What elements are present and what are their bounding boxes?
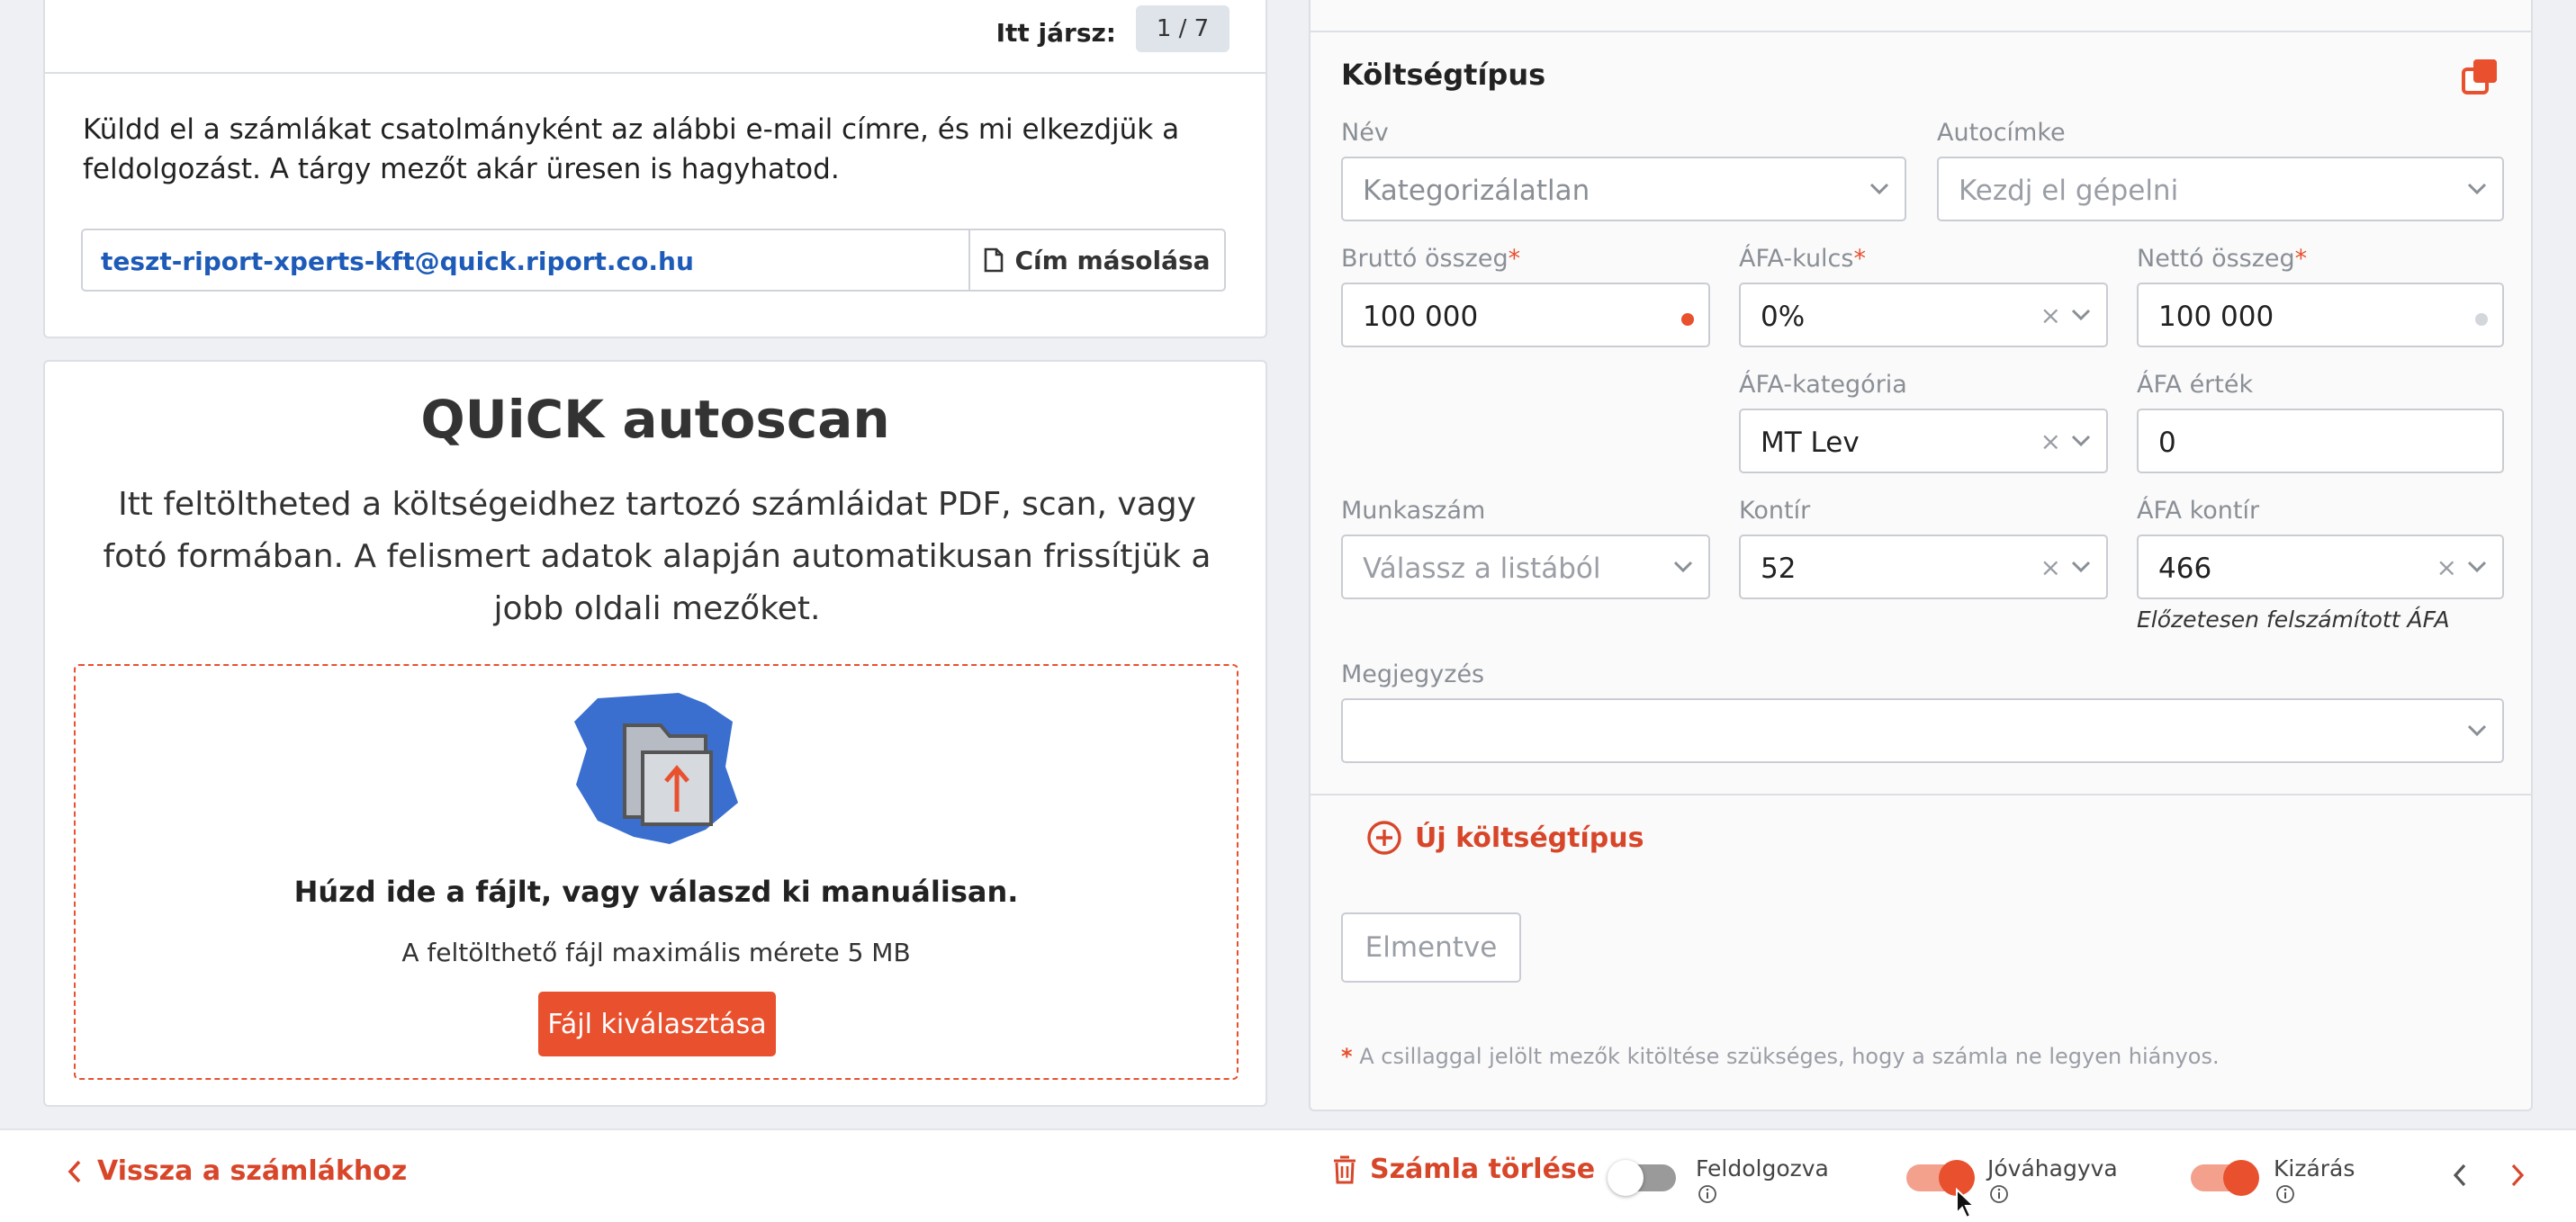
autotag-placeholder: Kezdj el gépelni: [1959, 175, 2179, 207]
autoscan-description: Itt feltöltheted a költségeidhez tartozó…: [103, 486, 1211, 627]
bottom-action-bar: Vissza a számlákhoz Számla törlése Feldo…: [0, 1128, 2576, 1222]
vat-rate-value: 0%: [1761, 301, 1806, 333]
net-amount-input[interactable]: 100 000: [2137, 283, 2504, 347]
vat-account-value: 466: [2158, 553, 2212, 585]
dropzone-title: Húzd ide a fájlt, vagy válaszd ki manuál…: [293, 875, 1019, 909]
toggle-knob: [1608, 1160, 1644, 1196]
account-label: Kontír: [1739, 497, 1811, 525]
exclusion-toggle[interactable]: [2191, 1160, 2259, 1196]
autoscan-card: QUiCK autoscan Itt feltöltheted a költsé…: [43, 360, 1267, 1107]
email-address-box: teszt-riport-xperts-kft@quick.riport.co.…: [81, 229, 1226, 292]
copy-address-button[interactable]: Cím másolása: [968, 230, 1224, 290]
job-number-select[interactable]: Válassz a listából: [1341, 535, 1710, 599]
vat-amount-value: 0: [2158, 427, 2176, 459]
copy-address-label: Cím másolása: [1014, 245, 1211, 275]
file-dropzone[interactable]: Húzd ide a fájlt, vagy válaszd ki manuál…: [74, 664, 1238, 1080]
chevron-down-icon: [2466, 560, 2488, 574]
vat-account-label: ÁFA kontír: [2137, 497, 2260, 525]
status-dot: [2475, 313, 2488, 326]
back-link-label: Vissza a számlákhoz: [97, 1155, 408, 1187]
info-icon[interactable]: [2275, 1184, 2295, 1204]
account-select[interactable]: 52 ×: [1739, 535, 2108, 599]
select-file-button[interactable]: Fájl kiválasztása: [538, 992, 776, 1056]
copy-icon[interactable]: [2461, 58, 2499, 95]
autotag-label: Autocímke: [1937, 119, 2066, 147]
vat-rate-select[interactable]: 0% ×: [1739, 283, 2108, 347]
form-divider: [1311, 794, 2531, 795]
required-footnote: * A csillaggal jelölt mezők kitöltése sz…: [1341, 1044, 2220, 1069]
name-select[interactable]: Kategorizálatlan: [1341, 157, 1906, 221]
chevron-down-icon: [1672, 560, 1694, 574]
vat-amount-label: ÁFA érték: [2137, 371, 2254, 399]
cost-type-card: Költségtípus Név Kategorizálatlan Autocí…: [1309, 0, 2533, 1111]
gross-label: Bruttó összeg*: [1341, 245, 1521, 273]
net-label: Nettó összeg*: [2137, 245, 2308, 273]
autotag-input[interactable]: Kezdj el gépelni: [1937, 157, 2504, 221]
upload-folder-icon: [571, 686, 742, 848]
plus-circle-icon: [1366, 820, 1402, 856]
section-title: Költségtípus: [1341, 58, 1546, 92]
add-cost-type-label: Új költségtípus: [1415, 822, 1644, 854]
chevron-down-icon: [2466, 723, 2488, 738]
account-value: 52: [1761, 553, 1797, 585]
info-icon[interactable]: [1698, 1184, 1717, 1204]
chevron-right-icon[interactable]: [2509, 1163, 2526, 1188]
chevron-down-icon: [2070, 308, 2092, 322]
job-number-placeholder: Válassz a listából: [1363, 553, 1601, 585]
chevron-left-icon[interactable]: [2452, 1163, 2468, 1188]
step-badge: 1 / 7: [1136, 5, 1229, 52]
processed-toggle[interactable]: [1608, 1160, 1676, 1196]
step-header: Itt jársz: 1 / 7: [45, 2, 1265, 74]
comment-label: Megjegyzés: [1341, 660, 1485, 688]
back-to-invoices-link[interactable]: Vissza a számlákhoz: [67, 1155, 407, 1187]
add-cost-type-button[interactable]: Új költségtípus: [1366, 817, 1644, 858]
chevron-down-icon: [2070, 434, 2092, 448]
info-icon[interactable]: [1989, 1184, 2009, 1204]
vat-category-label: ÁFA-kategória: [1739, 371, 1907, 399]
trash-icon: [1332, 1155, 1357, 1185]
vat-account-select[interactable]: 466 ×: [2137, 535, 2504, 599]
vat-account-note: Előzetesen felszámított ÁFA: [2137, 607, 2450, 633]
chevron-down-icon: [2070, 560, 2092, 574]
exclusion-label: Kizárás: [2274, 1155, 2355, 1182]
top-divider: [1311, 31, 2531, 32]
clear-icon[interactable]: ×: [2040, 427, 2061, 456]
net-value: 100 000: [2158, 301, 2274, 333]
vat-rate-label: ÁFA-kulcs*: [1739, 245, 1866, 273]
mouse-cursor-icon: [1955, 1188, 1977, 1220]
clear-icon[interactable]: ×: [2436, 553, 2457, 582]
chevron-down-icon: [1869, 182, 1890, 196]
chevron-left-icon: [67, 1159, 83, 1184]
email-address[interactable]: teszt-riport-xperts-kft@quick.riport.co.…: [101, 247, 694, 276]
name-label: Név: [1341, 119, 1389, 147]
email-upload-card: Itt jársz: 1 / 7 Küldd el a számlákat cs…: [43, 0, 1267, 338]
dropzone-size-note: A feltölthető fájl maximális mérete 5 MB: [401, 938, 911, 967]
vat-category-select[interactable]: MT Lev ×: [1739, 409, 2108, 473]
document-icon: [984, 247, 1004, 273]
clear-icon[interactable]: ×: [2040, 301, 2061, 330]
name-value: Kategorizálatlan: [1363, 175, 1590, 207]
clear-icon[interactable]: ×: [2040, 553, 2061, 582]
delete-invoice-button[interactable]: Számla törlése: [1332, 1154, 1595, 1185]
toggle-knob: [2223, 1160, 2259, 1196]
step-label: Itt jársz:: [995, 18, 1116, 48]
gross-amount-input[interactable]: 100 000: [1341, 283, 1710, 347]
autoscan-title: QUiCK autoscan: [420, 389, 890, 450]
vat-category-value: MT Lev: [1761, 427, 1860, 459]
email-description: Küldd el a számlákat csatolmányként az a…: [83, 113, 1180, 185]
job-number-label: Munkaszám: [1341, 497, 1486, 525]
status-dot: [1681, 313, 1694, 326]
gross-value: 100 000: [1363, 301, 1479, 333]
vat-amount-input[interactable]: 0: [2137, 409, 2504, 473]
delete-label: Számla törlése: [1370, 1154, 1596, 1185]
comment-select[interactable]: [1341, 698, 2504, 763]
processed-label: Feldolgozva: [1696, 1155, 1829, 1182]
approved-label: Jóváhagyva: [1987, 1155, 2118, 1182]
save-button[interactable]: Elmentve: [1341, 912, 1521, 983]
chevron-down-icon: [2466, 182, 2488, 196]
